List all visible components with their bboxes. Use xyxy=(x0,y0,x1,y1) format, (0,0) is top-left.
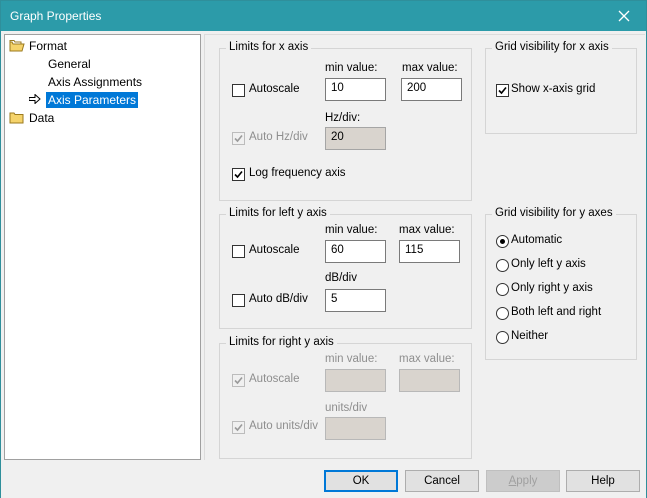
check-icon xyxy=(498,86,507,95)
x-autoscale-checkbox[interactable] xyxy=(232,84,245,97)
right-y-min-label: min value: xyxy=(325,353,378,365)
category-tree[interactable]: Format General Axis Assignments Axis Par… xyxy=(4,34,201,460)
right-y-autoscale-checkbox[interactable] xyxy=(232,374,245,387)
x-min-label: min value: xyxy=(325,62,378,74)
cancel-button[interactable]: Cancel xyxy=(405,470,479,492)
x-grid-visibility-group: Grid visibility for x axis Show x-axis g… xyxy=(485,41,637,134)
x-auto-hz-label: Auto Hz/div xyxy=(249,131,308,143)
left-y-max-input[interactable]: 115 xyxy=(399,240,460,263)
right-y-units-div-label: units/div xyxy=(325,402,368,414)
tree-item-axis-assignments[interactable]: Axis Assignments xyxy=(48,74,142,90)
left-y-autoscale-checkbox[interactable] xyxy=(232,245,245,258)
right-y-group-title: Limits for right y axis xyxy=(226,336,337,348)
close-button[interactable] xyxy=(602,1,646,31)
radio-only-left-y[interactable] xyxy=(496,259,509,272)
y-grid-visibility-group: Grid visibility for y axes Automatic Onl… xyxy=(485,207,637,360)
right-y-units-div-input[interactable] xyxy=(325,417,386,440)
apply-label-rest: pply xyxy=(516,475,538,487)
right-y-max-input[interactable] xyxy=(399,369,460,392)
radio-neither-label: Neither xyxy=(511,330,549,342)
right-y-autoscale-label: Autoscale xyxy=(249,373,300,385)
show-x-grid-label: Show x-axis grid xyxy=(511,83,596,95)
radio-both-left-right-label: Both left and right xyxy=(511,306,602,318)
radio-only-left-y-label: Only left y axis xyxy=(511,258,586,270)
radio-both-left-right[interactable] xyxy=(496,307,509,320)
x-axis-group-title: Limits for x axis xyxy=(226,41,312,53)
open-folder-icon xyxy=(9,40,25,52)
right-y-auto-units-checkbox[interactable] xyxy=(232,421,245,434)
right-y-auto-units-label: Auto units/div xyxy=(249,420,319,432)
radio-selected-dot xyxy=(500,239,505,244)
left-y-auto-db-label: Auto dB/div xyxy=(249,293,308,305)
apply-button[interactable]: Apply xyxy=(486,470,560,492)
check-icon xyxy=(234,134,243,143)
tree-item-format[interactable]: Format xyxy=(29,38,67,54)
dialog-window: Graph Properties Format General Axis Ass… xyxy=(0,0,647,498)
check-icon xyxy=(234,376,243,385)
tree-item-data[interactable]: Data xyxy=(29,110,54,126)
x-axis-limits-group: Limits for x axis min value: max value: … xyxy=(219,41,472,201)
help-button[interactable]: Help xyxy=(566,470,640,492)
close-icon xyxy=(618,10,630,22)
left-y-limits-group: Limits for left y axis min value: max va… xyxy=(219,207,472,329)
x-grid-group-title: Grid visibility for x axis xyxy=(492,41,612,53)
y-grid-group-title: Grid visibility for y axes xyxy=(492,207,616,219)
window-title: Graph Properties xyxy=(10,9,102,23)
right-y-max-label: max value: xyxy=(399,353,455,365)
x-max-input[interactable]: 200 xyxy=(401,78,462,101)
x-log-frequency-label: Log frequency axis xyxy=(249,167,346,179)
check-icon xyxy=(234,170,243,179)
left-y-db-div-label: dB/div xyxy=(325,272,357,284)
radio-neither[interactable] xyxy=(496,331,509,344)
x-log-frequency-checkbox[interactable] xyxy=(232,168,245,181)
x-auto-hz-checkbox[interactable] xyxy=(232,132,245,145)
x-hz-div-label: Hz/div: xyxy=(325,112,361,124)
left-y-db-div-input[interactable]: 5 xyxy=(325,289,386,312)
axis-parameters-panel: Limits for x axis min value: max value: … xyxy=(204,34,645,460)
right-y-min-input[interactable] xyxy=(325,369,386,392)
arrow-pointer-icon xyxy=(29,94,41,104)
x-autoscale-label: Autoscale xyxy=(249,83,300,95)
x-hz-div-input[interactable]: 20 xyxy=(325,127,386,150)
left-y-auto-db-checkbox[interactable] xyxy=(232,294,245,307)
left-y-autoscale-label: Autoscale xyxy=(249,244,300,256)
left-y-max-label: max value: xyxy=(399,224,455,236)
right-y-limits-group: Limits for right y axis min value: max v… xyxy=(219,336,472,459)
tree-item-axis-parameters[interactable]: Axis Parameters xyxy=(46,92,139,108)
button-bar: OK Cancel Apply Help xyxy=(1,462,646,498)
x-min-input[interactable]: 10 xyxy=(325,78,386,101)
radio-only-right-y[interactable] xyxy=(496,283,509,296)
left-y-min-input[interactable]: 60 xyxy=(325,240,386,263)
radio-only-right-y-label: Only right y axis xyxy=(511,282,593,294)
check-icon xyxy=(234,423,243,432)
show-x-grid-checkbox[interactable] xyxy=(496,84,509,97)
x-max-label: max value: xyxy=(402,62,458,74)
ok-button[interactable]: OK xyxy=(324,470,398,492)
radio-automatic[interactable] xyxy=(496,235,509,248)
left-y-min-label: min value: xyxy=(325,224,378,236)
title-bar[interactable]: Graph Properties xyxy=(1,1,646,31)
tree-item-general[interactable]: General xyxy=(48,56,91,72)
radio-automatic-label: Automatic xyxy=(511,234,563,246)
left-y-group-title: Limits for left y axis xyxy=(226,207,330,219)
folder-icon xyxy=(9,112,24,124)
